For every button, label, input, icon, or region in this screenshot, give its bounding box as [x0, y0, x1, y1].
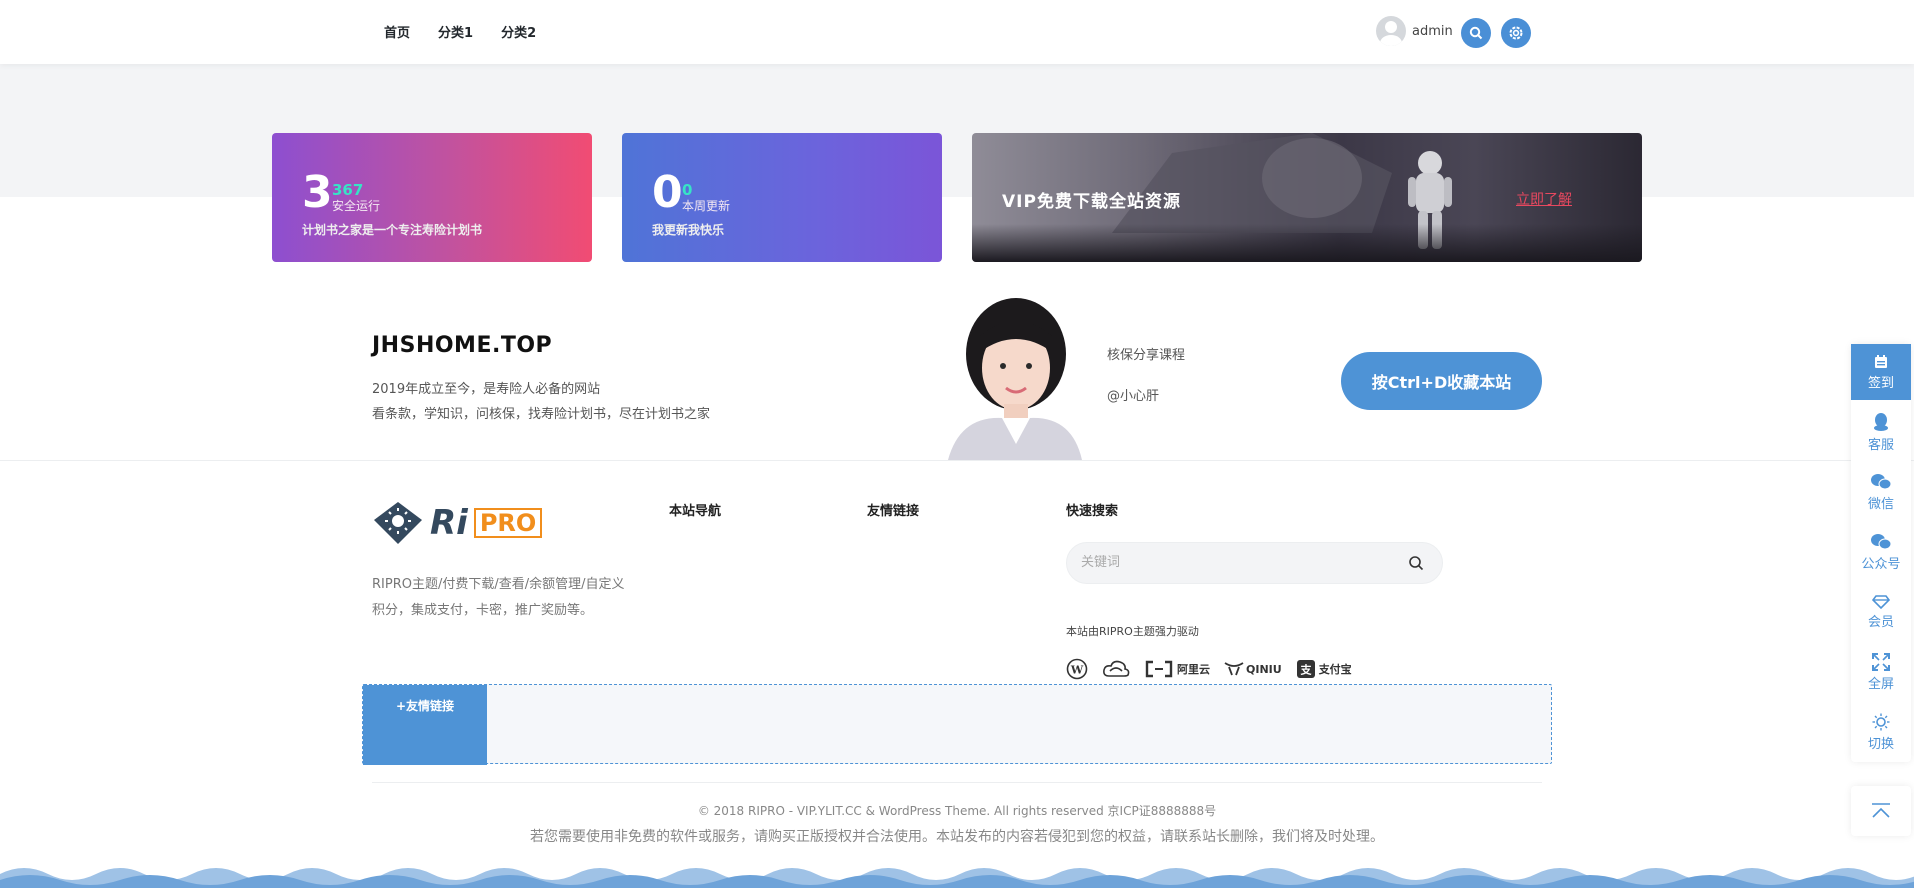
side-toolbar: 签到 客服 微信 公众号 会员 全屏 切换 [1851, 344, 1911, 762]
sidebar-item-fullscreen[interactable]: 全屏 [1851, 644, 1911, 700]
user-menu[interactable]: admin [1376, 16, 1453, 46]
aliyun-icon [1145, 660, 1173, 678]
ship-wreck-illustration [1112, 133, 1392, 233]
sidebar-item-vip[interactable]: 会员 [1851, 584, 1911, 640]
sidebar-item-official-account[interactable]: 公众号 [1851, 524, 1911, 580]
sidebar-item-theme-toggle[interactable]: 切换 [1851, 704, 1911, 760]
copyright-text: © 2018 RIPRO - VIP.YLIT.CC & WordPress T… [697, 804, 1217, 818]
footer-divider [0, 460, 1914, 461]
main-nav: 首页 分类1 分类2 [384, 22, 536, 41]
disclaimer-text: 若您需要使用非免费的软件或服务，请购买正版授权并合法使用。本站发布的内容若侵犯到… [530, 829, 1384, 845]
sidebar-item-checkin[interactable]: 签到 [1851, 344, 1911, 400]
vip-banner[interactable]: VIP免费下载全站资源 立即了解 [972, 133, 1642, 262]
cloud-icon [1103, 660, 1130, 677]
footer-wave [0, 868, 1914, 888]
arrow-up-icon [1872, 803, 1890, 818]
footer-col-quick-search: 快速搜索 [1066, 504, 1119, 519]
diamond-icon [1872, 594, 1890, 609]
vip-banner-title: VIP免费下载全站资源 [1002, 192, 1181, 212]
footer-col-friend-links: 友情链接 [867, 504, 920, 519]
search-icon[interactable] [1408, 555, 1424, 571]
footer-search [1066, 542, 1443, 584]
footer-col-site-nav: 本站导航 [669, 504, 722, 519]
stat-big: 0 [652, 167, 683, 218]
footer-logo[interactable]: Ri PRO [372, 500, 543, 546]
sidebar-item-label: 微信 [1867, 496, 1894, 512]
powered-by: 本站由RIPRO主题强力驱动 [1066, 625, 1199, 638]
sidebar-item-wechat[interactable]: 微信 [1851, 464, 1911, 520]
author-meta-handle: @小心肝 [1107, 389, 1160, 404]
search-input[interactable] [1081, 555, 1381, 570]
sidebar-item-label: 全屏 [1867, 676, 1894, 692]
fullscreen-icon [1872, 652, 1890, 671]
aliyun-logo: 阿里云 [1144, 660, 1210, 678]
wordpress-icon: W [1066, 658, 1088, 680]
sun-icon [1872, 713, 1890, 730]
author-meta-course: 核保分享课程 [1107, 348, 1186, 363]
svg-text:支: 支 [1299, 663, 1312, 677]
nav-category-1[interactable]: 分类1 [438, 22, 473, 41]
stat-unit: 安全运行 [332, 199, 381, 213]
wechat-official-icon [1871, 533, 1892, 549]
svg-text:W: W [1070, 664, 1084, 677]
stat-card-weekly: 0 0 本周更新 我更新我快乐 [622, 133, 942, 262]
back-to-top-button[interactable] [1851, 786, 1911, 836]
alipay-text: 支付宝 [1318, 663, 1352, 676]
stat-desc: 我更新我快乐 [652, 223, 725, 237]
nav-category-2[interactable]: 分类2 [501, 22, 536, 41]
calendar-icon [1875, 354, 1887, 368]
search-button[interactable] [1461, 18, 1491, 48]
footer-desc-1: RIPRO主题/付费下载/查看/余额管理/自定义 [372, 577, 625, 592]
site-title: JHSHOME.TOP [372, 333, 553, 358]
stat-card-running: 3 367 安全运行 计划书之家是一个专注寿险计划书 [272, 133, 592, 262]
copyright-divider [372, 782, 1542, 783]
stat-desc: 计划书之家是一个专注寿险计划书 [302, 223, 483, 237]
stat-unit: 本周更新 [682, 199, 731, 213]
footer-desc-2: 积分，集成支付，卡密，推广奖励等。 [372, 603, 594, 618]
sidebar-item-label: 会员 [1867, 614, 1894, 630]
about-line-1: 2019年成立至今，是寿险人必备的网站 [372, 382, 601, 397]
sidebar-item-label: 公众号 [1861, 556, 1901, 572]
logo-text-pro: PRO [473, 507, 543, 539]
settings-button[interactable] [1501, 18, 1531, 48]
sidebar-item-support[interactable]: 客服 [1851, 404, 1911, 460]
add-friend-link-button[interactable]: +友情链接 [363, 685, 487, 765]
username[interactable]: admin [1412, 24, 1453, 39]
qq-icon [1874, 412, 1888, 431]
about-line-2: 看条款，学知识，问核保，找寿险计划书，尽在计划书之家 [372, 407, 711, 422]
avatar[interactable] [1376, 16, 1406, 46]
stat-big: 3 [302, 167, 333, 218]
banner-ground [972, 224, 1642, 262]
sun-badge-icon [374, 502, 422, 544]
qiniu-text: QINIU [1246, 662, 1282, 676]
alipay-icon: 支 [1296, 660, 1315, 678]
alipay-logo: 支 支付宝 [1296, 659, 1352, 679]
sidebar-item-label: 签到 [1867, 375, 1894, 391]
nav-home[interactable]: 首页 [384, 22, 410, 41]
friend-links-box: +友情链接 [362, 684, 1552, 765]
aliyun-text: 阿里云 [1177, 663, 1210, 676]
sidebar-item-label: 切换 [1867, 736, 1894, 752]
site-header: 首页 分类1 分类2 admin [0, 0, 1914, 64]
author-portrait [948, 298, 1082, 460]
gear-icon [1509, 26, 1523, 40]
vip-learn-more-link[interactable]: 立即了解 [1516, 189, 1572, 209]
sidebar-item-label: 客服 [1867, 437, 1894, 453]
partner-logos: W 阿里云 QINIU 支 支付宝 [1066, 658, 1352, 680]
bookmark-button[interactable]: 按Ctrl+D收藏本站 [1341, 352, 1542, 410]
search-icon [1469, 26, 1483, 40]
qiniu-logo: QINIU [1224, 661, 1282, 677]
logo-text-ri: Ri [430, 503, 468, 543]
qiniu-icon [1224, 662, 1244, 676]
wechat-icon [1871, 473, 1892, 489]
